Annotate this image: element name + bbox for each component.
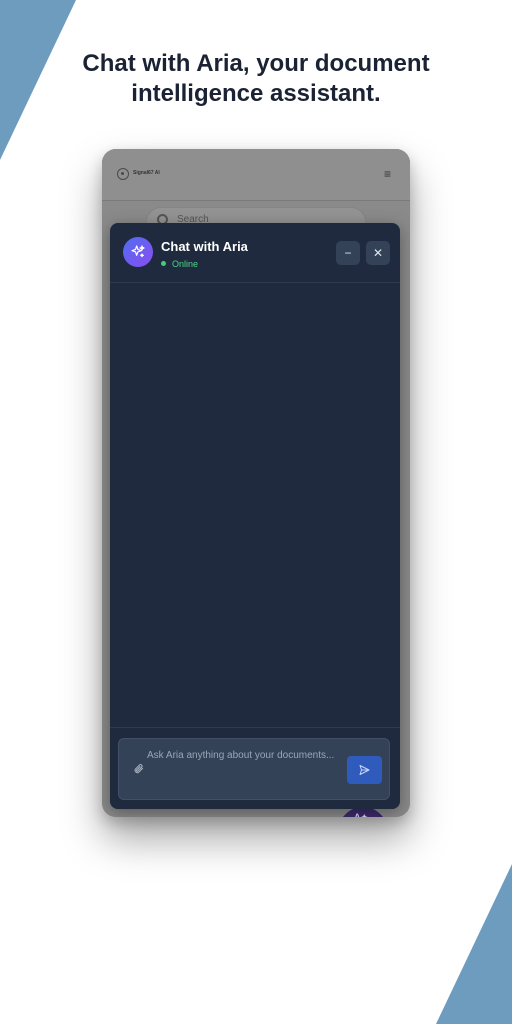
paper-plane-icon bbox=[359, 765, 370, 775]
paperclip-icon[interactable] bbox=[133, 762, 144, 775]
minimize-icon: − bbox=[344, 246, 352, 260]
online-status-dot bbox=[161, 261, 166, 266]
chat-composer bbox=[110, 727, 400, 809]
brand-logo-icon bbox=[117, 168, 129, 180]
message-input-container bbox=[118, 738, 390, 800]
sparkle-icon: A✦ bbox=[354, 812, 369, 817]
headline-line-2: intelligence assistant. bbox=[131, 80, 381, 107]
hamburger-menu-icon[interactable]: ≡ bbox=[384, 168, 391, 180]
message-input[interactable] bbox=[147, 748, 341, 790]
close-icon: ✕ bbox=[372, 246, 384, 260]
phone-frame: Signal67 AI ≡ Search A✦ Chat with Aria O… bbox=[102, 149, 410, 817]
close-button[interactable]: ✕ bbox=[366, 241, 390, 265]
background-topbar: Signal67 AI ≡ bbox=[102, 149, 410, 201]
send-button[interactable] bbox=[347, 756, 382, 784]
minimize-button[interactable]: − bbox=[336, 241, 360, 265]
assistant-avatar bbox=[123, 237, 153, 267]
brand-name: Signal67 AI bbox=[133, 170, 160, 176]
chat-title: Chat with Aria bbox=[161, 239, 248, 254]
headline-line-1: Chat with Aria, your document bbox=[82, 50, 430, 77]
message-list[interactable] bbox=[110, 284, 400, 727]
chat-header: Chat with Aria Online − ✕ bbox=[110, 223, 400, 283]
sparkle-icon bbox=[131, 245, 145, 258]
chat-window: Chat with Aria Online − ✕ bbox=[110, 223, 400, 809]
decorative-corner-bottom bbox=[436, 864, 512, 1024]
online-status-label: Online bbox=[172, 259, 199, 269]
promo-headline: Chat with Aria, your document intelligen… bbox=[0, 49, 512, 109]
